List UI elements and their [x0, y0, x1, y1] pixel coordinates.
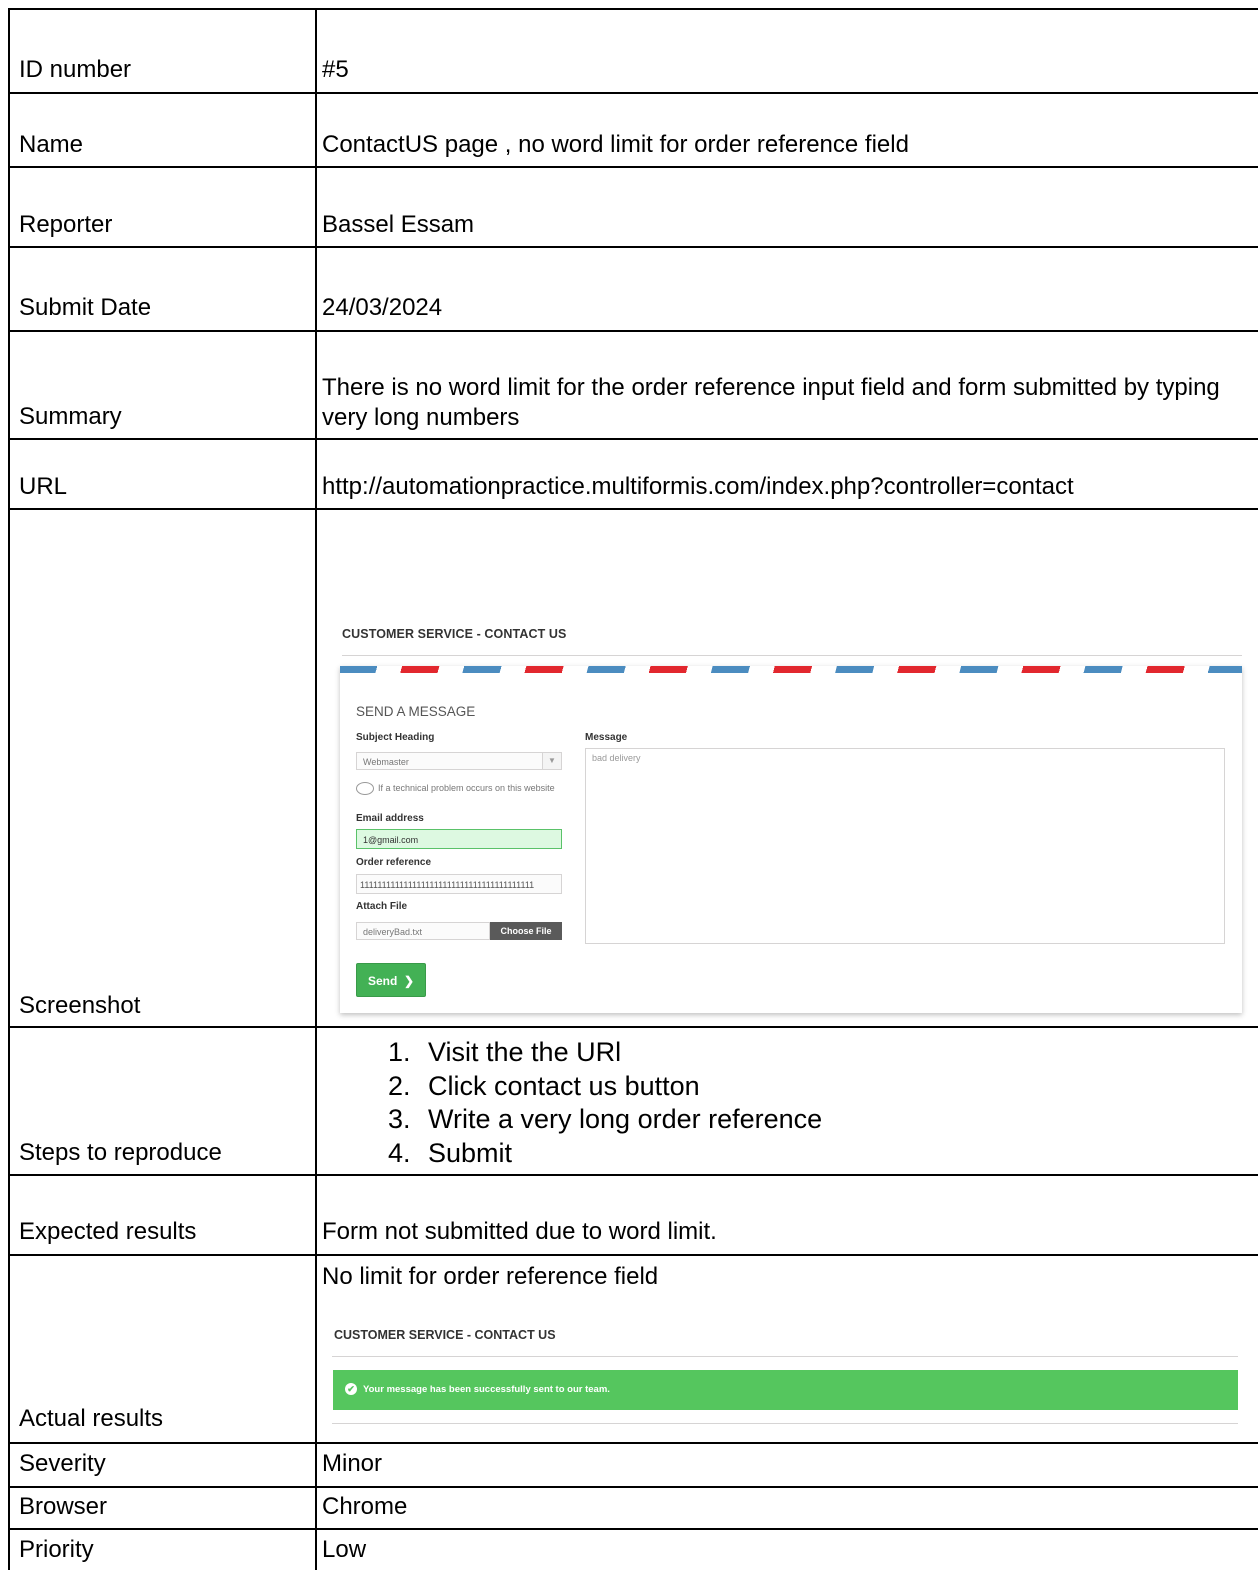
- steps-list: Visit the the URl Click contact us butto…: [350, 1036, 822, 1170]
- success-message: Your message has been successfully sent …: [363, 1384, 610, 1395]
- row-divider: [8, 330, 1258, 332]
- row-divider: [8, 1486, 1258, 1488]
- result-page-heading: CUSTOMER SERVICE - CONTACT US: [334, 1328, 556, 1342]
- row-divider: [8, 508, 1258, 510]
- speech-bubble-icon: [356, 782, 374, 796]
- attach-file-label: Attach File: [356, 901, 408, 912]
- subject-selected-value: Webmaster: [363, 757, 409, 767]
- row-divider: [8, 1026, 1258, 1028]
- reporter-value: Bassel Essam: [322, 211, 475, 238]
- step-item: Submit: [418, 1137, 822, 1171]
- browser-value: Chrome: [322, 1493, 408, 1520]
- attach-file-name: deliveryBad.txt: [356, 922, 490, 940]
- result-screenshot: CUSTOMER SERVICE - CONTACT US ✔ Your mess…: [330, 1318, 1245, 1430]
- message-card: SEND A MESSAGE Subject Heading Webmaster…: [340, 666, 1242, 1013]
- summary-value: There is no word limit for the order ref…: [322, 374, 1220, 431]
- url-value: http://automationpractice.multiformis.co…: [322, 473, 1074, 500]
- chevron-right-icon: ❯: [400, 974, 415, 988]
- step-item: Visit the the URl: [418, 1036, 822, 1070]
- row-divider: [8, 1528, 1258, 1530]
- submit-date-value: 24/03/2024: [322, 294, 443, 321]
- order-reference-field[interactable]: 1111111111111111111111111111111111111111: [356, 874, 562, 894]
- browser-label: Browser: [19, 1493, 108, 1520]
- row-divider: [8, 92, 1258, 94]
- severity-label: Severity: [19, 1450, 106, 1477]
- message-label: Message: [585, 732, 628, 743]
- row-divider: [8, 1174, 1258, 1176]
- id-label: ID number: [19, 56, 132, 83]
- bottom-divider: [332, 1423, 1238, 1424]
- heading-divider: [332, 1356, 1238, 1357]
- row-divider: [8, 1442, 1258, 1444]
- id-value: #5: [322, 56, 349, 83]
- severity-value: Minor: [322, 1450, 383, 1477]
- expected-value: Form not submitted due to word limit.: [322, 1218, 717, 1245]
- order-reference-label: Order reference: [356, 857, 432, 868]
- actual-label: Actual results: [19, 1405, 164, 1432]
- row-divider: [8, 166, 1258, 168]
- column-divider: [315, 8, 317, 1570]
- expected-label: Expected results: [19, 1218, 197, 1245]
- message-textarea[interactable]: bad delivery: [585, 748, 1225, 944]
- send-button[interactable]: Send ❯: [356, 963, 426, 997]
- step-item: Write a very long order reference: [418, 1103, 822, 1137]
- subject-hint-text: If a technical problem occurs on this we…: [378, 783, 555, 793]
- submit-date-label: Submit Date: [19, 294, 152, 321]
- subject-hint: If a technical problem occurs on this we…: [356, 780, 556, 797]
- priority-label: Priority: [19, 1536, 94, 1563]
- airmail-border: [340, 666, 1242, 673]
- subject-label: Subject Heading: [356, 732, 435, 743]
- email-label: Email address: [356, 813, 424, 824]
- card-title: SEND A MESSAGE: [356, 704, 476, 719]
- steps-label: Steps to reproduce: [19, 1139, 222, 1166]
- choose-file-button[interactable]: Choose File: [490, 922, 562, 940]
- screenshot-label: Screenshot: [19, 992, 141, 1019]
- check-circle-icon: ✔: [345, 1383, 357, 1396]
- heading-divider: [342, 655, 1242, 656]
- table-border-left: [8, 8, 10, 1570]
- email-field[interactable]: 1@gmail.com: [356, 829, 562, 849]
- priority-value: Low: [322, 1536, 367, 1563]
- row-divider: [8, 438, 1258, 440]
- name-label: Name: [19, 131, 84, 158]
- success-alert: ✔ Your message has been successfully sent…: [333, 1370, 1238, 1410]
- contact-page-heading: CUSTOMER SERVICE - CONTACT US: [342, 627, 567, 641]
- row-divider: [8, 1254, 1258, 1256]
- chevron-down-icon: ▼: [542, 753, 561, 769]
- contact-form-screenshot: CUSTOMER SERVICE - CONTACT US SEND A MES…: [335, 613, 1250, 1018]
- name-value: ContactUS page , no word limit for order…: [322, 131, 909, 158]
- actual-value: No limit for order reference field: [322, 1263, 659, 1290]
- row-divider: [8, 8, 1258, 10]
- url-label: URL: [19, 473, 68, 500]
- reporter-label: Reporter: [19, 211, 113, 238]
- send-button-label: Send: [367, 974, 398, 988]
- step-item: Click contact us button: [418, 1070, 822, 1104]
- summary-label: Summary: [19, 403, 122, 430]
- row-divider: [8, 246, 1258, 248]
- subject-select[interactable]: Webmaster ▼: [356, 752, 562, 770]
